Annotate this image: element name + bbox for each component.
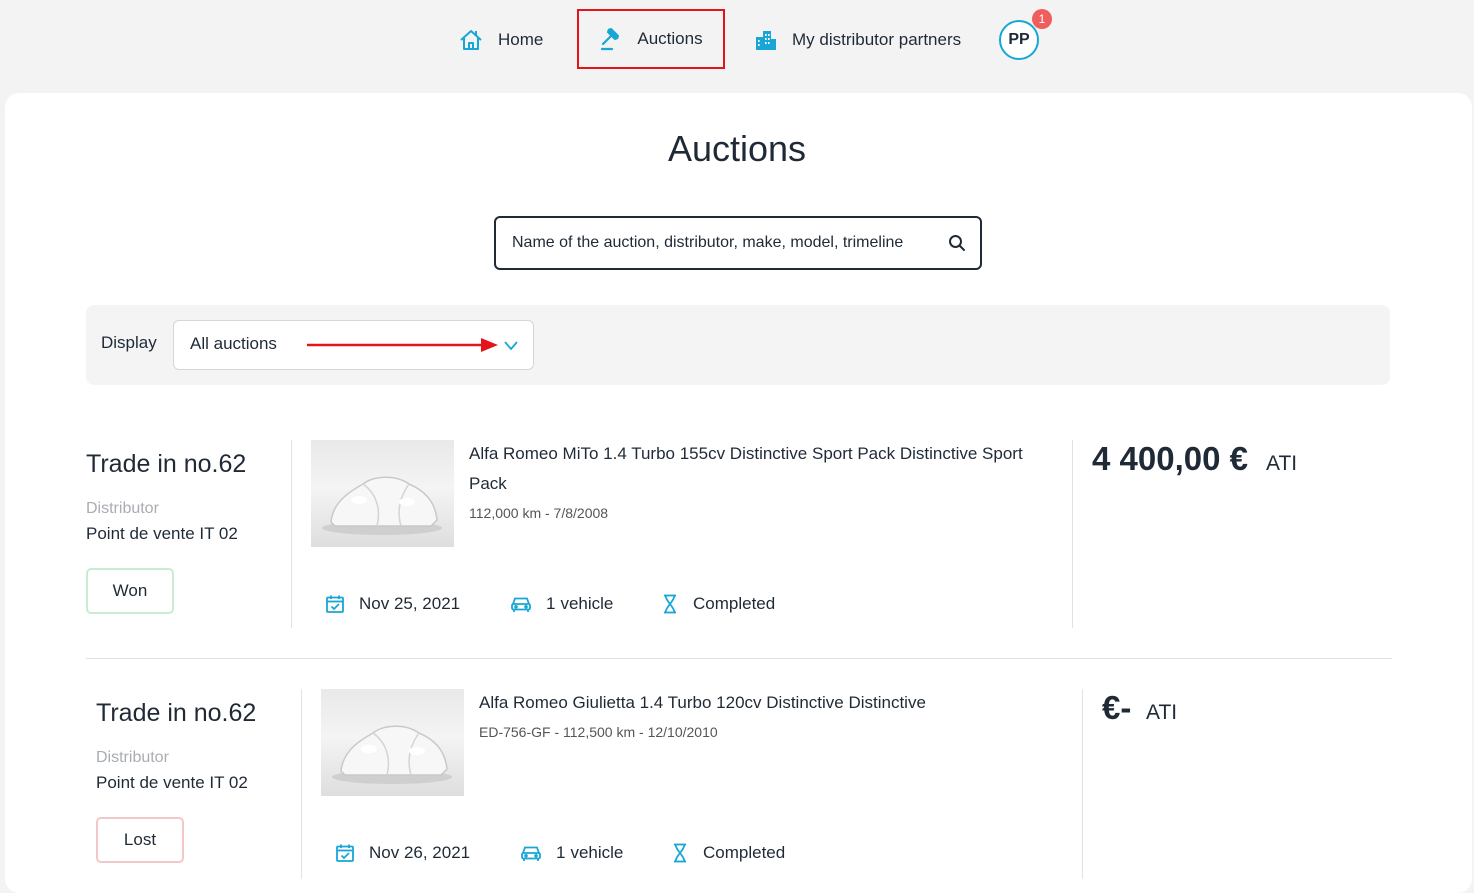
auction-state: Completed	[661, 594, 775, 614]
nav-auctions-label: Auctions	[637, 29, 703, 48]
user-avatar[interactable]: PP	[999, 20, 1039, 60]
auction-date-text: Nov 25, 2021	[359, 594, 461, 613]
nav-home-label: Home	[498, 30, 544, 49]
car-icon	[511, 597, 531, 612]
search-input[interactable]	[512, 234, 948, 252]
row-divider	[86, 658, 1392, 659]
column-divider	[1072, 440, 1073, 628]
hourglass-icon	[674, 843, 686, 863]
auction-date: Nov 26, 2021	[335, 843, 470, 863]
nav-home[interactable]: Home	[458, 28, 543, 52]
vehicle-count: 1 vehicle	[510, 594, 613, 614]
calendar-icon	[336, 844, 354, 862]
nav-distributor-partners[interactable]: My distributor partners	[754, 28, 961, 52]
notification-badge: 1	[1032, 9, 1052, 29]
vehicle-thumbnail[interactable]	[311, 440, 454, 547]
auction-price: 4 400,00 €	[1092, 440, 1248, 477]
covered-car-icon	[322, 476, 442, 535]
vehicle-count-number: 1	[556, 843, 566, 862]
vehicle-count: 1 vehicle	[520, 843, 623, 863]
status-badge-won: Won	[86, 568, 174, 614]
auction-date: Nov 25, 2021	[325, 594, 460, 614]
car-icon	[521, 846, 541, 861]
home-icon	[460, 30, 482, 50]
vehicle-details: ED-756-GF - 112,500 km - 12/10/2010	[479, 724, 718, 740]
chevron-down-icon	[504, 341, 518, 351]
auction-price: €-	[1102, 689, 1132, 726]
price-unit: ATI	[1266, 452, 1298, 475]
distributor-label: Distributor	[86, 500, 159, 517]
vehicle-thumbnail[interactable]	[321, 689, 464, 796]
search-box	[494, 216, 982, 270]
search-icon[interactable]	[948, 234, 966, 252]
buildings-icon	[756, 31, 776, 50]
vehicle-count-number: 1	[546, 594, 556, 613]
display-filter-label: Display	[101, 333, 157, 352]
vehicle-count-word: vehicle	[570, 843, 624, 862]
calendar-icon	[326, 595, 344, 613]
auction-state-text: Completed	[703, 843, 786, 862]
column-divider	[301, 689, 302, 879]
nav-partners-label: My distributor partners	[792, 30, 962, 49]
hourglass-icon	[664, 594, 676, 614]
page-title: Auctions	[667, 128, 807, 169]
vehicle-name[interactable]: Alfa Romeo MiTo 1.4 Turbo 155cv Distinct…	[469, 439, 1059, 499]
gavel-icon	[601, 27, 620, 51]
annotation-arrow-icon	[307, 338, 498, 352]
distributor-name: Point de vente IT 02	[96, 773, 248, 792]
distributor-label: Distributor	[96, 749, 169, 766]
auction-state-text: Completed	[693, 594, 776, 613]
status-badge-lost: Lost	[96, 817, 184, 863]
distributor-name: Point de vente IT 02	[86, 524, 238, 543]
price-unit: ATI	[1146, 701, 1178, 724]
vehicle-name[interactable]: Alfa Romeo Giulietta 1.4 Turbo 120cv Dis…	[479, 688, 1069, 718]
covered-car-icon	[332, 725, 452, 784]
nav-auctions[interactable]: Auctions	[577, 9, 725, 69]
auction-title: Trade in no.62	[96, 699, 257, 727]
column-divider	[1082, 689, 1083, 879]
vehicle-count-word: vehicle	[560, 594, 614, 613]
column-divider	[291, 440, 292, 628]
top-navigation: Home Auctions My distributor partners PP…	[0, 0, 1474, 92]
vehicle-details: 112,000 km - 7/8/2008	[469, 505, 609, 521]
display-filter-value: All auctions	[190, 334, 277, 353]
auction-date-text: Nov 26, 2021	[369, 843, 471, 862]
auction-state: Completed	[671, 843, 785, 863]
auction-title: Trade in no.62	[86, 450, 247, 478]
